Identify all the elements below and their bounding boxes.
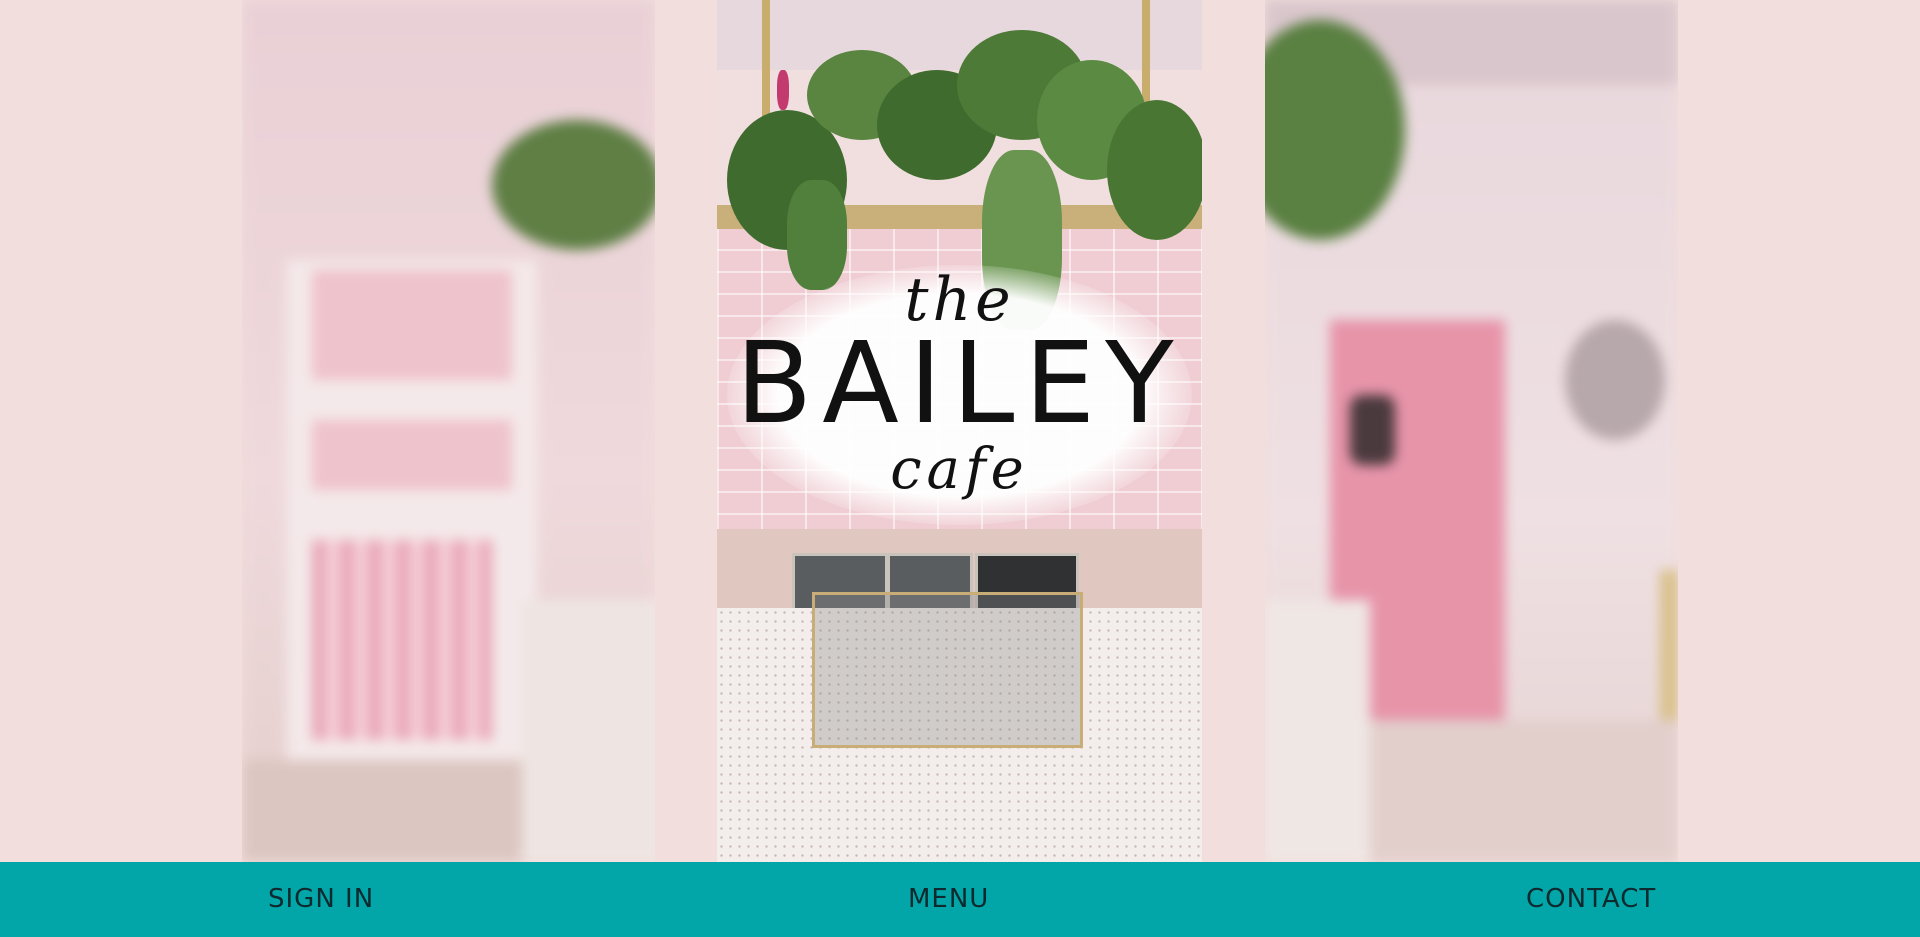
hero-section: the BAILEY cafe <box>0 0 1920 862</box>
cafe-logo: the BAILEY cafe <box>717 270 1202 500</box>
menu-link[interactable]: MENU <box>908 862 989 937</box>
logo-cafe-script: cafe <box>890 437 1029 502</box>
left-cafe-photo <box>242 0 655 862</box>
sign-in-link[interactable]: SIGN IN <box>268 862 374 937</box>
right-cafe-photo <box>1265 0 1678 862</box>
center-logo-photo: the BAILEY cafe <box>717 0 1202 862</box>
logo-bailey-wordmark: BAILEY <box>735 319 1184 449</box>
bottom-nav-bar: SIGN IN MENU CONTACT <box>0 862 1920 937</box>
contact-link[interactable]: CONTACT <box>1526 862 1656 937</box>
